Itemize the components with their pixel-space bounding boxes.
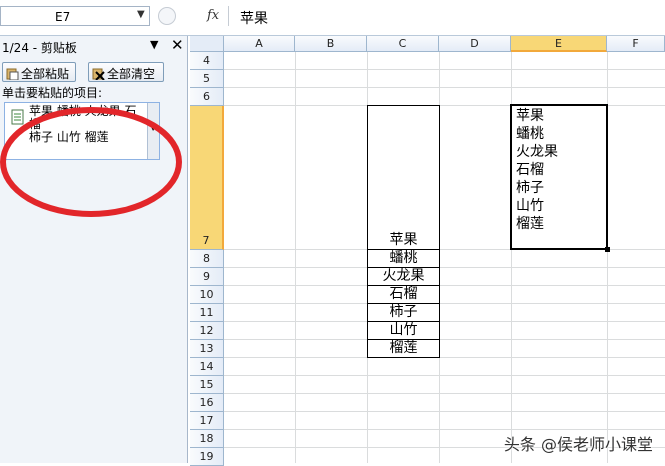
cell-e7-line: 山竹 [516, 198, 544, 214]
row-header-12[interactable]: 12 [190, 322, 224, 340]
gridline [224, 285, 665, 286]
formula-content: 苹果 [240, 11, 268, 27]
cell-e7-line: 榴莲 [516, 216, 544, 232]
row-header-13[interactable]: 13 [190, 340, 224, 358]
gridline [224, 357, 665, 358]
column-header-e[interactable]: E [511, 36, 607, 52]
clear-icon [92, 68, 105, 80]
cell-c7[interactable]: 苹果 [367, 105, 440, 250]
row-header-7[interactable]: 7 [190, 106, 224, 250]
column-header-d[interactable]: D [439, 36, 511, 52]
cell-e7-line: 石榴 [516, 162, 544, 178]
cell-e7-line: 蟠桃 [516, 126, 544, 142]
row-header-18[interactable]: 18 [190, 430, 224, 448]
clipboard-pane-title: 1/24 - 剪贴板 [2, 41, 77, 55]
cell-e7-selected[interactable]: 苹果 蟠桃 火龙果 石榴 柿子 山竹 榴莲 [510, 104, 608, 250]
gridline [224, 375, 665, 376]
clipboard-hint: 单击要粘贴的项目: [2, 86, 103, 100]
row-header-19[interactable]: 19 [190, 448, 224, 466]
row-header-10[interactable]: 10 [190, 286, 224, 304]
formula-expand-icon[interactable] [158, 7, 176, 25]
insert-function-icon[interactable]: fx [207, 8, 219, 23]
column-header-a[interactable]: A [224, 36, 295, 52]
cell-c13[interactable]: 榴莲 [367, 339, 440, 358]
gridline [224, 339, 665, 340]
paste-icon [6, 68, 19, 80]
name-box-value: E7 [55, 10, 71, 24]
row-header-8[interactable]: 8 [190, 250, 224, 268]
annotation-circle [0, 107, 182, 217]
row-header-4[interactable]: 4 [190, 52, 224, 70]
formula-input[interactable] [228, 6, 665, 26]
column-header-b[interactable]: B [295, 36, 367, 52]
clear-all-button[interactable]: 全部清空 [88, 62, 164, 82]
cell-c11[interactable]: 柿子 [367, 303, 440, 322]
spreadsheet-grid[interactable]: A B C D E F 4 5 6 7 8 9 10 11 12 13 14 1… [190, 36, 665, 466]
column-header-f[interactable]: F [607, 36, 665, 52]
row-header-15[interactable]: 15 [190, 376, 224, 394]
clipboard-pane: 1/24 - 剪贴板 ▼ ✕ 全部粘贴 全部清空 单击要粘贴的项目: 苹果 蟠桃… [0, 36, 188, 463]
gridline [224, 393, 665, 394]
row-header-9[interactable]: 9 [190, 268, 224, 286]
cell-c12[interactable]: 山竹 [367, 321, 440, 340]
row-header-11[interactable]: 11 [190, 304, 224, 322]
clear-all-label: 全部清空 [107, 67, 156, 81]
formula-bar: E7 ▼ fx 苹果 [0, 0, 665, 36]
chevron-down-icon[interactable]: ▼ [137, 9, 145, 20]
cell-c9[interactable]: 火龙果 [367, 267, 440, 286]
cell-e7-line: 苹果 [516, 108, 544, 124]
gridline [295, 52, 296, 463]
paste-all-button[interactable]: 全部粘贴 [2, 62, 76, 82]
select-all-corner[interactable] [190, 36, 224, 52]
paste-all-label: 全部粘贴 [21, 67, 70, 81]
gridline [224, 429, 665, 430]
gridline [224, 87, 665, 88]
gridline [224, 411, 665, 412]
row-header-16[interactable]: 16 [190, 394, 224, 412]
row-header-5[interactable]: 5 [190, 70, 224, 88]
fill-handle[interactable] [605, 247, 610, 252]
row-header-14[interactable]: 14 [190, 358, 224, 376]
name-box[interactable]: E7 ▼ [0, 6, 150, 26]
cell-e7-line: 火龙果 [516, 144, 558, 160]
cell-c8[interactable]: 蟠桃 [367, 249, 440, 268]
column-header-c[interactable]: C [367, 36, 439, 52]
pane-options-icon[interactable]: ▼ [150, 38, 158, 51]
cell-c10[interactable]: 石榴 [367, 285, 440, 304]
gridline [224, 69, 665, 70]
row-header-17[interactable]: 17 [190, 412, 224, 430]
cell-e7-line: 柿子 [516, 180, 544, 196]
row-header-6[interactable]: 6 [190, 88, 224, 106]
gridline [224, 303, 665, 304]
close-icon[interactable]: ✕ [171, 36, 184, 54]
gridline [224, 321, 665, 322]
watermark: 头条 @侯老师小课堂 [503, 435, 653, 454]
gridline [224, 267, 665, 268]
